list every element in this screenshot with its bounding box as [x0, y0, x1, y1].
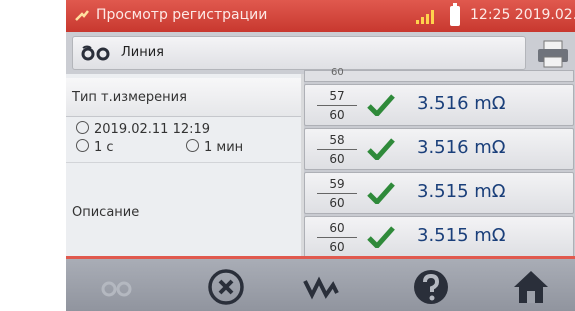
recording-icon[interactable]	[96, 267, 136, 307]
status-bar: Просмотр регистрации 12:25 2019.02.11	[66, 0, 575, 32]
line-field[interactable]: Линия	[72, 36, 526, 70]
phone-icon	[75, 10, 89, 21]
battery-icon	[450, 3, 460, 26]
entry-value: 3.515 mΩ	[417, 225, 506, 246]
waveform-icon[interactable]	[301, 267, 341, 307]
list-item[interactable]: 58 60 3.516 mΩ	[304, 128, 574, 170]
entry-index: 59	[317, 175, 357, 194]
clock: 12:25 2019.02.11	[470, 7, 575, 23]
entry-index: 57	[317, 87, 357, 106]
recording-datetime: 2019.02.11 12:19	[76, 121, 210, 137]
line-label: Линия	[121, 45, 164, 60]
measurement-type-label: Тип т.измерения	[72, 90, 187, 105]
partial-total: 60	[331, 67, 344, 78]
entry-total: 60	[329, 240, 345, 254]
entry-total: 60	[329, 108, 345, 122]
entry-index: 58	[317, 131, 357, 150]
recording-icon	[81, 45, 110, 61]
entry-value: 3.515 mΩ	[417, 181, 506, 202]
bottom-toolbar	[66, 256, 575, 311]
stopwatch-icon	[76, 139, 89, 152]
entry-total: 60	[329, 196, 345, 210]
details-panel: Тип т.измерения 2019.02.11 12:19 1 с 1 м…	[66, 74, 301, 256]
datetime-value: 2019.02.11 12:19	[94, 122, 211, 137]
screen-title: Просмотр регистрации	[96, 7, 268, 23]
check-icon	[367, 182, 395, 204]
entry-counter: 59 60	[317, 175, 357, 212]
recording-info: 2019.02.11 12:19 1 с 1 мин	[66, 117, 301, 157]
description-label: Описание	[72, 205, 140, 220]
list-item[interactable]: 60 60 3.515 mΩ	[304, 216, 574, 258]
home-icon[interactable]	[511, 267, 551, 307]
entry-counter: 57 60	[317, 87, 357, 124]
device-screen: Просмотр регистрации 12:25 2019.02.11 Ли…	[66, 0, 575, 311]
description-row[interactable]: Описание	[66, 162, 301, 243]
check-icon	[367, 226, 395, 248]
measurement-type-row[interactable]: Тип т.измерения	[66, 78, 301, 117]
clock-icon	[76, 121, 89, 134]
interval-2-value: 1 мин	[204, 140, 244, 155]
entry-counter: 60 60	[317, 219, 357, 256]
help-icon[interactable]	[411, 267, 451, 307]
entry-counter: 58 60	[317, 131, 357, 168]
list-item[interactable]: 57 60 3.516 mΩ	[304, 84, 574, 126]
list-item-partial: 60	[304, 67, 574, 82]
check-icon	[367, 138, 395, 160]
clock-icon	[186, 139, 199, 152]
check-icon	[367, 94, 395, 116]
close-icon[interactable]	[206, 267, 246, 307]
entry-value: 3.516 mΩ	[417, 93, 506, 114]
measurement-list[interactable]: 60 57 60 3.516 mΩ 58 60 3.516 mΩ 59 60 3…	[304, 67, 575, 258]
entry-index: 60	[317, 219, 357, 238]
entry-value: 3.516 mΩ	[417, 137, 506, 158]
entry-total: 60	[329, 152, 345, 166]
interval-1-value: 1 с	[94, 140, 114, 155]
printer-icon[interactable]	[536, 39, 570, 69]
signal-icon	[416, 10, 434, 24]
list-item[interactable]: 59 60 3.515 mΩ	[304, 172, 574, 214]
header-bar: Линия	[66, 32, 575, 74]
interval-2: 1 мин	[186, 139, 243, 155]
interval-1: 1 с	[76, 139, 114, 155]
